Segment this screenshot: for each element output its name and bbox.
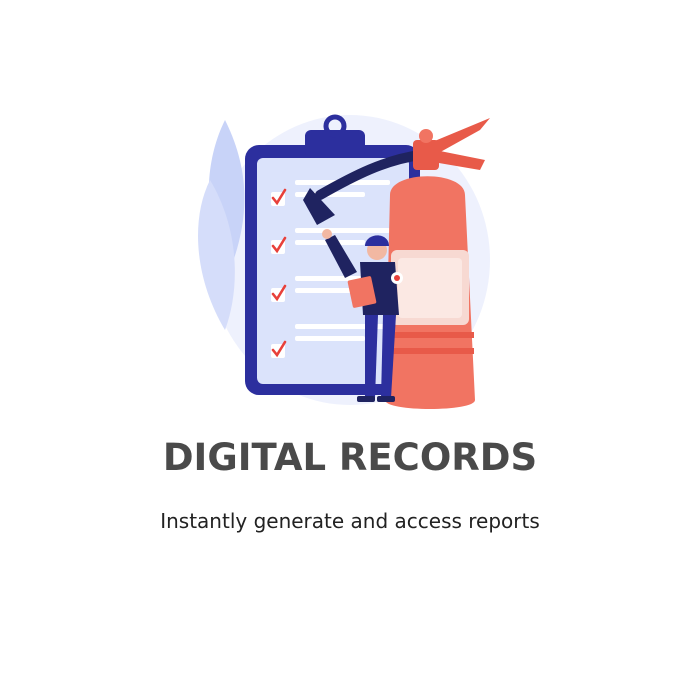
feature-title: DIGITAL RECORDS — [162, 436, 538, 479]
fire-inspection-illustration — [198, 114, 490, 409]
feature-subtitle: Instantly generate and access reports — [160, 509, 540, 533]
feature-card: DIGITAL RECORDS Instantly generate and a… — [0, 0, 700, 700]
